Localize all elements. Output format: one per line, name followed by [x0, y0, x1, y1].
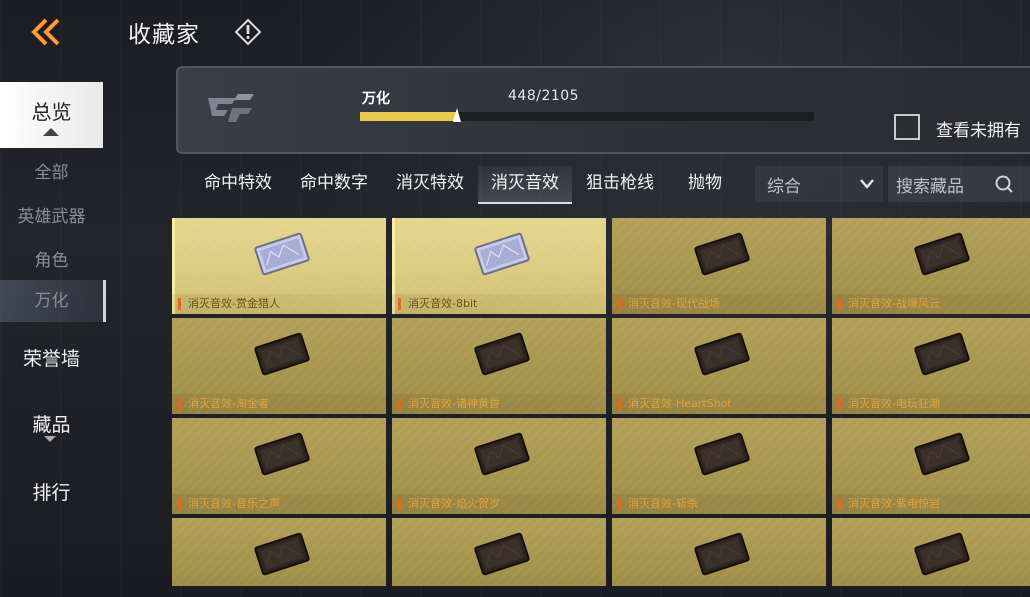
collection-card[interactable]: 消灭音效-淘金者: [172, 318, 386, 414]
card-name: 消灭音效-战壕风云: [832, 294, 1030, 314]
sound-card-icon: [694, 232, 750, 276]
progress-fill: [360, 112, 457, 121]
sidebar-item-all[interactable]: 全部: [0, 158, 103, 183]
tab-hit-number[interactable]: 命中数字: [290, 166, 378, 202]
sidebar-item-label: 全部: [34, 163, 69, 183]
back-button[interactable]: [30, 16, 66, 48]
page-title: 收藏家: [128, 22, 200, 48]
sound-card-icon: [474, 232, 530, 276]
sidebar-item-overview[interactable]: 总览: [0, 82, 103, 148]
collection-card[interactable]: 消灭音效-战壕风云: [832, 218, 1030, 314]
collection-card[interactable]: [172, 518, 386, 586]
tab-label: 消灭特效: [396, 173, 464, 193]
collection-card[interactable]: 消灭音效-HeartShot: [612, 318, 826, 414]
progress-label: 万化: [362, 91, 390, 107]
sidebar-item-label: 角色: [34, 251, 69, 271]
collection-card[interactable]: 消灭音效-焰火贺岁: [392, 418, 606, 514]
sidebar-item-label: 排行: [32, 482, 71, 504]
card-name: 消灭音效-8bit: [392, 294, 606, 314]
sidebar-item-collection[interactable]: 藏品: [0, 410, 103, 442]
sidebar-item-label: 总览: [31, 100, 72, 124]
sound-card-icon: [254, 432, 310, 476]
sound-card-icon: [694, 432, 750, 476]
collection-card[interactable]: 消灭音效-电玩狂潮: [832, 318, 1030, 414]
sound-card-icon: [254, 232, 310, 276]
tab-hit-effect[interactable]: 命中特效: [194, 166, 282, 202]
collection-card[interactable]: 消灭音效-8bit: [392, 218, 606, 314]
sound-card-icon: [914, 432, 970, 476]
progress-count: 448/2105: [508, 88, 580, 104]
collection-card[interactable]: [392, 518, 606, 586]
tab-label: 命中特效: [204, 173, 272, 193]
sound-card-icon: [254, 332, 310, 376]
sound-card-icon: [694, 332, 750, 376]
sidebar-item-characters[interactable]: 角色: [0, 246, 103, 271]
sort-label: 综合: [767, 177, 801, 197]
tab-kill-sound[interactable]: 消灭音效: [478, 166, 572, 204]
card-name: 消灭音效-音乐之声: [172, 494, 386, 514]
cf-logo-icon: [208, 94, 254, 122]
sidebar-item-ranking[interactable]: 排行: [0, 478, 103, 505]
card-name: 消灭音效-赏金猎人: [172, 294, 386, 314]
tab-label: 狙击枪线: [586, 173, 654, 193]
chevron-down-icon: [860, 179, 874, 189]
sidebar-item-label: 万化: [34, 291, 69, 311]
collection-card[interactable]: 消灭音效-现代战场: [612, 218, 826, 314]
progress-bar: [360, 108, 814, 122]
search-placeholder: 搜索藏品: [896, 177, 964, 197]
info-icon[interactable]: [234, 18, 262, 46]
sound-card-icon: [474, 532, 530, 576]
show-unowned-checkbox[interactable]: [894, 114, 920, 140]
collection-card[interactable]: [612, 518, 826, 586]
collection-card[interactable]: 消灭音效-赏金猎人: [172, 218, 386, 314]
card-name: 消灭音效-电玩狂潮: [832, 394, 1030, 414]
search-input[interactable]: 搜索藏品: [888, 166, 1030, 202]
tab-label: 抛物: [688, 173, 722, 193]
sound-card-icon: [474, 432, 530, 476]
card-name: 消灭音效-斩杀: [612, 494, 826, 514]
collection-card[interactable]: 消灭音效-诸神黄昏: [392, 318, 606, 414]
tab-kill-effect[interactable]: 消灭特效: [386, 166, 474, 202]
sound-card-icon: [914, 232, 970, 276]
progress-marker: [452, 108, 461, 122]
tab-label: 消灭音效: [491, 173, 559, 193]
sidebar-item-label: 荣誉墙: [22, 348, 80, 370]
sound-card-icon: [694, 532, 750, 576]
sound-card-icon: [914, 532, 970, 576]
sidebar-item-label: 藏品: [32, 414, 71, 436]
card-name: 消灭音效-紫电惊岩: [832, 494, 1030, 514]
tab-label: 命中数字: [300, 173, 368, 193]
sidebar-item-label: 英雄武器: [17, 207, 86, 227]
caret-up-icon: [43, 128, 59, 136]
card-name: 消灭音效-焰火贺岁: [392, 494, 606, 514]
collection-card[interactable]: 消灭音效-紫电惊岩: [832, 418, 1030, 514]
collection-card[interactable]: [832, 518, 1030, 586]
progress-panel: 万化 448/2105: [176, 66, 1030, 154]
show-unowned-label: 查看未拥有: [936, 121, 1021, 141]
collection-card[interactable]: 消灭音效-斩杀: [612, 418, 826, 514]
tab-sniper-line[interactable]: 狙击枪线: [576, 166, 664, 202]
sound-card-icon: [914, 332, 970, 376]
card-name: 消灭音效-HeartShot: [612, 394, 826, 414]
sidebar-item-wanhua[interactable]: 万化: [0, 280, 106, 322]
card-name: 消灭音效-现代战场: [612, 294, 826, 314]
card-name: 消灭音效-诸神黄昏: [392, 394, 606, 414]
card-name: 消灭音效-淘金者: [172, 394, 386, 414]
sidebar-item-hero-weapons[interactable]: 英雄武器: [0, 202, 103, 227]
search-icon[interactable]: [994, 174, 1014, 194]
caret-down-icon: [44, 436, 56, 442]
sidebar-item-honor-wall[interactable]: 荣誉墙: [0, 344, 103, 371]
collection-card[interactable]: 消灭音效-音乐之声: [172, 418, 386, 514]
sort-dropdown[interactable]: 综合: [755, 166, 883, 202]
sound-card-icon: [254, 532, 310, 576]
tab-throwables[interactable]: 抛物: [672, 166, 738, 202]
sound-card-icon: [474, 332, 530, 376]
